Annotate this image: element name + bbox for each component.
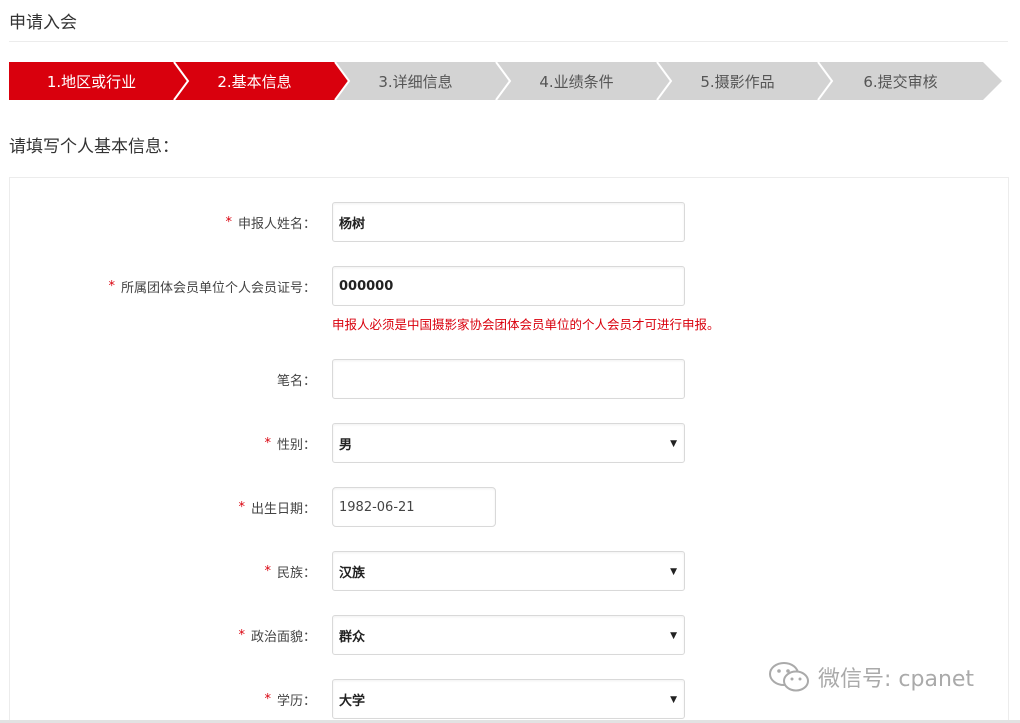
name-label-text: 申报人姓名： xyxy=(237,216,316,232)
chevron-down-icon: ▼ xyxy=(670,695,677,705)
watermark-text: 微信号: cpanet xyxy=(818,667,975,692)
page-title: 申请入会 xyxy=(9,13,77,33)
education-label: * 学历： xyxy=(264,679,316,719)
form-row-name: * 申报人姓名： 杨树 xyxy=(10,202,1008,242)
form-row-birth-date: * 出生日期： 1982-06-21 xyxy=(10,487,1008,527)
step-arrow-tip xyxy=(983,62,1002,100)
ethnicity-select[interactable]: 汉族 ▼ xyxy=(332,551,685,591)
education-selected-value: 大学 xyxy=(339,693,366,709)
form-row-gender: * 性别： 男 ▼ xyxy=(10,423,1008,463)
education-label-text: 学历： xyxy=(276,693,316,709)
chevron-down-icon: ▼ xyxy=(670,439,677,449)
birth-date-input[interactable]: 1982-06-21 xyxy=(332,487,496,527)
required-mark: * xyxy=(264,435,271,451)
gender-label: * 性别： xyxy=(264,423,316,463)
gender-select[interactable]: 男 ▼ xyxy=(332,423,685,463)
required-mark: * xyxy=(264,563,271,579)
member-no-label-text: 所属团体会员单位个人会员证号： xyxy=(120,280,316,296)
step-arrow-head xyxy=(657,62,671,100)
step-arrow-head xyxy=(174,62,188,100)
birth-date-label: * 出生日期： xyxy=(238,487,316,527)
title-divider xyxy=(9,41,1008,42)
form-row-political-status: * 政治面貌： 群众 ▼ xyxy=(10,615,1008,655)
chevron-down-icon: ▼ xyxy=(670,631,677,641)
gender-label-text: 性别： xyxy=(276,437,316,453)
section-heading: 请填写个人基本信息： xyxy=(9,137,179,157)
required-mark: * xyxy=(264,691,271,707)
required-mark: * xyxy=(108,278,115,294)
education-select[interactable]: 大学 ▼ xyxy=(332,679,685,719)
wechat-icon xyxy=(769,662,809,692)
political-status-select[interactable]: 群众 ▼ xyxy=(332,615,685,655)
ethnicity-label: * 民族： xyxy=(264,551,316,591)
basic-info-form: * 申报人姓名： 杨树 * 所属团体会员单位个人会员证号： 000000 申报人… xyxy=(9,177,1009,723)
step-separators xyxy=(173,62,1002,100)
gender-selected-value: 男 xyxy=(339,437,353,453)
progress-steps: 1.地区或行业 2.基本信息 3.详细信息 4.业绩条件 5.摄影作品 6.提交… xyxy=(9,62,1004,100)
step-arrow-head xyxy=(496,62,510,100)
member-no-input[interactable]: 000000 xyxy=(332,266,685,306)
form-row-member-no: * 所属团体会员单位个人会员证号： 000000 申报人必须是中国摄影家协会团体… xyxy=(10,266,1008,332)
name-input[interactable]: 杨树 xyxy=(332,202,685,242)
political-status-label-text: 政治面貌： xyxy=(250,629,316,645)
wechat-watermark: 微信号: cpanet xyxy=(768,660,974,694)
form-row-ethnicity: * 民族： 汉族 ▼ xyxy=(10,551,1008,591)
pen-name-label: 笔名： xyxy=(276,373,316,389)
step-arrow-head xyxy=(335,62,349,100)
required-mark: * xyxy=(238,627,245,643)
member-no-label: * 所属团体会员单位个人会员证号： xyxy=(108,266,316,306)
ethnicity-selected-value: 汉族 xyxy=(339,565,366,581)
required-mark: * xyxy=(238,499,245,515)
birth-date-label-text: 出生日期： xyxy=(250,501,316,517)
chevron-down-icon: ▼ xyxy=(670,567,677,577)
pen-name-input[interactable] xyxy=(332,359,685,399)
member-no-hint: 申报人必须是中国摄影家协会团体会员单位的个人会员才可进行申报。 xyxy=(332,317,720,332)
name-label: * 申报人姓名： xyxy=(225,202,316,242)
political-status-selected-value: 群众 xyxy=(339,629,366,645)
required-mark: * xyxy=(225,214,232,230)
step-arrow-head xyxy=(818,62,832,100)
ethnicity-label-text: 民族： xyxy=(276,565,316,581)
political-status-label: * 政治面貌： xyxy=(238,615,316,655)
form-row-pen-name: 笔名： xyxy=(10,359,1008,399)
